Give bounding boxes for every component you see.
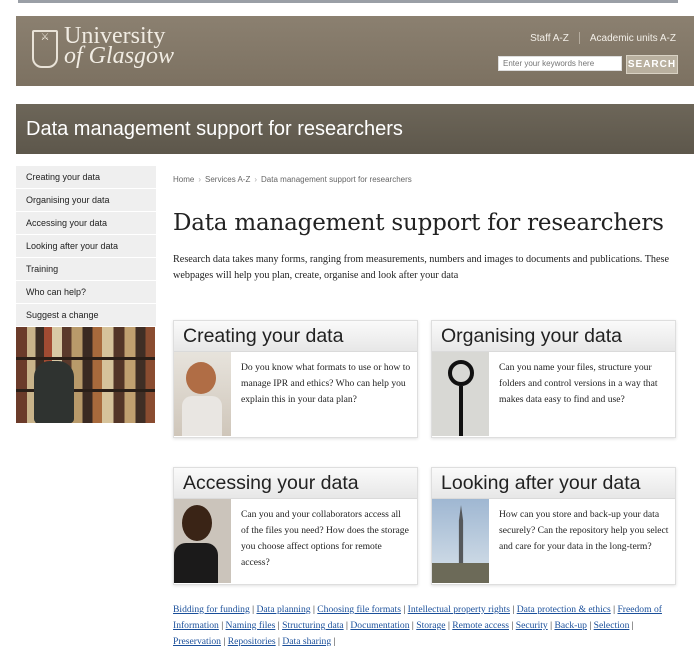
card-text: Can you name your files, structure your … bbox=[499, 362, 658, 405]
topic-link[interactable]: Back-up bbox=[554, 620, 587, 631]
shelf-line bbox=[16, 389, 155, 392]
staff-az-link[interactable]: Staff A-Z bbox=[530, 33, 569, 44]
collaborators-photo bbox=[174, 499, 231, 583]
card-looking-after[interactable]: Looking after your data How can you stor… bbox=[431, 467, 676, 585]
link-separator: | bbox=[509, 620, 516, 631]
utility-links: Staff A-Z Academic units A-Z bbox=[530, 32, 676, 44]
topic-link[interactable]: Documentation bbox=[350, 620, 409, 631]
topic-link[interactable]: Data protection & ethics bbox=[517, 604, 611, 615]
topic-link[interactable]: Storage bbox=[416, 620, 445, 631]
topic-link[interactable]: Data sharing bbox=[282, 636, 331, 647]
topic-link[interactable]: Remote access bbox=[452, 620, 509, 631]
site-header: ⚔ University of Glasgow Staff A-Z Academi… bbox=[16, 16, 694, 86]
wordmark-line2: of Glasgow bbox=[64, 43, 175, 69]
sidebar-item-accessing[interactable]: Accessing your data bbox=[16, 212, 156, 235]
breadcrumb-services[interactable]: Services A-Z bbox=[205, 175, 250, 184]
breadcrumb-current: Data management support for researchers bbox=[261, 175, 412, 184]
link-divider bbox=[578, 32, 580, 44]
page-title: Data management support for researchers bbox=[173, 210, 664, 236]
breadcrumb-separator-icon: › bbox=[198, 175, 202, 184]
card-accessing[interactable]: Accessing your data Can you and your col… bbox=[173, 467, 418, 585]
link-separator: | bbox=[629, 620, 634, 631]
sidebar-item-who-can-help[interactable]: Who can help? bbox=[16, 281, 156, 304]
link-separator: | bbox=[400, 604, 408, 615]
university-wordmark[interactable]: University of Glasgow bbox=[64, 24, 175, 69]
topic-links: Bidding for funding | Data planning | Ch… bbox=[173, 602, 683, 650]
sidebar-item-looking-after[interactable]: Looking after your data bbox=[16, 235, 156, 258]
breadcrumb: Home › Services A-Z › Data management suppor… bbox=[173, 175, 412, 184]
link-separator: | bbox=[220, 636, 228, 647]
card-title[interactable]: Creating your data bbox=[174, 321, 417, 352]
card-title[interactable]: Looking after your data bbox=[432, 468, 675, 499]
topic-link[interactable]: Security bbox=[516, 620, 548, 631]
university-crest-icon[interactable]: ⚔ bbox=[32, 30, 58, 68]
shelf-line bbox=[16, 357, 155, 360]
topic-link[interactable]: Intellectual property rights bbox=[408, 604, 510, 615]
card-text: Can you and your collaborators access al… bbox=[241, 509, 409, 568]
topic-link[interactable]: Preservation bbox=[173, 636, 221, 647]
topic-link[interactable]: Naming files bbox=[226, 620, 276, 631]
sidebar-item-creating[interactable]: Creating your data bbox=[16, 166, 156, 189]
topic-link[interactable]: Selection bbox=[594, 620, 630, 631]
library-photo bbox=[16, 327, 155, 423]
search-button[interactable]: SEARCH bbox=[626, 55, 678, 74]
sidebar-item-training[interactable]: Training bbox=[16, 258, 156, 281]
ironwork-photo bbox=[432, 352, 489, 436]
sidebar-item-suggest-change[interactable]: Suggest a change bbox=[16, 304, 156, 327]
topic-link[interactable]: Bidding for funding bbox=[173, 604, 250, 615]
intro-text: Research data takes many forms, ranging … bbox=[173, 254, 670, 281]
sidebar-item-organising[interactable]: Organising your data bbox=[16, 189, 156, 212]
link-separator: | bbox=[218, 620, 226, 631]
topic-link[interactable]: Repositories bbox=[228, 636, 276, 647]
top-divider bbox=[18, 0, 678, 3]
sidebar: Creating your data Organising your data … bbox=[16, 166, 156, 423]
card-title[interactable]: Accessing your data bbox=[174, 468, 417, 499]
card-organising[interactable]: Organising your data Can you name your f… bbox=[431, 320, 676, 438]
topic-link[interactable]: Choosing file formats bbox=[317, 604, 401, 615]
link-separator: | bbox=[509, 604, 517, 615]
search-input[interactable] bbox=[498, 56, 622, 71]
card-creating[interactable]: Creating your data Do you know what form… bbox=[173, 320, 418, 438]
breadcrumb-separator-icon: › bbox=[254, 175, 258, 184]
link-separator: | bbox=[331, 636, 336, 647]
topic-link[interactable]: Structuring data bbox=[282, 620, 344, 631]
academic-units-link[interactable]: Academic units A-Z bbox=[590, 33, 676, 44]
breadcrumb-home[interactable]: Home bbox=[173, 175, 194, 184]
researcher-photo bbox=[174, 352, 231, 436]
topic-link[interactable]: Data planning bbox=[256, 604, 310, 615]
tower-photo bbox=[432, 499, 489, 583]
card-text: How can you store and back-up your data … bbox=[499, 509, 669, 552]
link-separator: | bbox=[586, 620, 594, 631]
card-title[interactable]: Organising your data bbox=[432, 321, 675, 352]
card-text: Do you know what formats to use or how t… bbox=[241, 362, 411, 405]
section-banner: Data management support for researchers bbox=[16, 104, 694, 154]
